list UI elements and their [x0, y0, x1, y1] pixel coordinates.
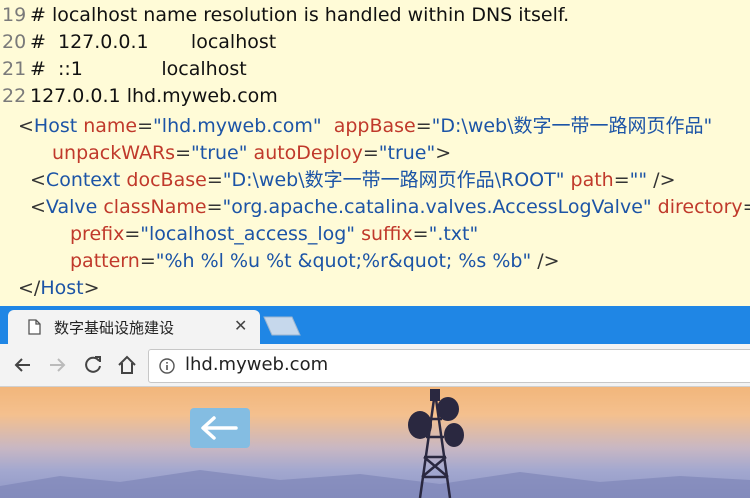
xml-value: "org.apache.catalina.valves.AccessLogVal… — [222, 196, 652, 218]
xml-host-close: </Host> — [18, 275, 100, 302]
xml-punct: = — [175, 142, 192, 164]
mountain-silhouette — [0, 470, 750, 498]
xml-punct: = — [743, 196, 750, 218]
xml-punct: > — [83, 277, 100, 299]
home-icon[interactable] — [116, 354, 138, 376]
line-text: # 127.0.0.1 localhost — [30, 31, 277, 53]
xml-attr: appBase — [333, 115, 416, 137]
xml-tag: Context — [45, 169, 121, 191]
xml-attr: directory — [657, 196, 743, 218]
xml-value: "D:\web\数字一带一路网页作品" — [431, 115, 713, 137]
arrow-left-icon — [201, 416, 238, 440]
xml-valve-pattern: pattern="%h %l %u %t &quot;%r&quot; %s %… — [70, 248, 560, 275]
line-number: 21 — [2, 58, 27, 80]
hosts-line-22: 22 127.0.0.1 lhd.myweb.com — [0, 83, 278, 110]
line-number: 22 — [2, 85, 27, 107]
xml-value: "true" — [378, 142, 436, 164]
xml-attr: unpackWARs — [52, 142, 176, 164]
hosts-line-20: 20 # 127.0.0.1 localhost — [0, 29, 276, 56]
xml-punct: </ — [18, 277, 41, 299]
xml-punct: = — [139, 250, 156, 272]
new-tab-button[interactable] — [262, 315, 302, 337]
xml-attr: autoDeploy — [253, 142, 363, 164]
info-icon[interactable] — [159, 358, 175, 378]
xml-attr: suffix — [361, 223, 413, 245]
hosts-file-panel: 19 # localhost name resolution is handled… — [0, 0, 750, 110]
radio-tower-image — [408, 389, 464, 498]
xml-punct: = — [206, 196, 223, 218]
xml-value: "localhost_access_log" — [140, 223, 356, 245]
arrow-right-icon[interactable] — [46, 354, 68, 376]
hosts-line-21: 21 # ::1 localhost — [0, 56, 247, 83]
xml-punct: < — [30, 196, 46, 218]
line-text: 127.0.0.1 lhd.myweb.com — [30, 85, 278, 107]
xml-attr: name — [83, 115, 138, 137]
xml-punct: /> — [653, 169, 676, 191]
xml-value: "true" — [191, 142, 248, 164]
reload-icon[interactable] — [82, 354, 104, 376]
page-icon — [28, 319, 41, 339]
browser-tab-strip: 数字基础设施建设 ✕ — [0, 306, 750, 344]
line-text: # ::1 localhost — [30, 58, 247, 80]
xml-attr: path — [570, 169, 614, 191]
xml-tag: Valve — [45, 196, 98, 218]
xml-host-open: <Host name="lhd.myweb.com" appBase="D:\w… — [18, 113, 712, 140]
xml-value: "lhd.myweb.com" — [153, 115, 322, 137]
address-url[interactable]: lhd.myweb.com — [185, 354, 328, 375]
xml-punct: = — [415, 115, 432, 137]
line-text: # localhost name resolution is handled w… — [30, 4, 570, 26]
close-tab-icon[interactable]: ✕ — [234, 316, 247, 335]
xml-attr: prefix — [70, 223, 125, 245]
xml-value: "" — [629, 169, 648, 191]
xml-value: ".txt" — [428, 223, 479, 245]
xml-punct: /> — [537, 250, 560, 272]
xml-valve: <Valve className="org.apache.catalina.va… — [30, 194, 750, 221]
xml-punct: = — [362, 142, 379, 164]
page-back-button[interactable] — [190, 408, 250, 448]
line-number: 19 — [2, 4, 27, 26]
xml-valve-prefix: prefix="localhost_access_log" suffix=".t… — [70, 221, 478, 248]
xml-punct: < — [18, 115, 34, 137]
xml-punct: = — [613, 169, 630, 191]
xml-context: <Context docBase="D:\web\数字一带一路网页作品\ROOT… — [30, 167, 676, 194]
xml-tag: Host — [40, 277, 84, 299]
browser-toolbar: lhd.myweb.com — [0, 344, 750, 387]
xml-punct: = — [206, 169, 223, 191]
xml-punct: > — [435, 142, 452, 164]
arrow-left-icon[interactable] — [12, 354, 34, 376]
xml-value: "D:\web\数字一带一路网页作品\ROOT" — [222, 169, 565, 191]
hosts-line-19: 19 # localhost name resolution is handled… — [0, 2, 569, 29]
xml-attr: docBase — [126, 169, 207, 191]
xml-punct: = — [412, 223, 429, 245]
xml-attr: pattern — [70, 250, 140, 272]
tab-title: 数字基础设施建设 — [54, 319, 175, 337]
line-number: 20 — [2, 31, 27, 53]
address-bar[interactable]: lhd.myweb.com — [148, 349, 750, 383]
xml-value: "%h %l %u %t &quot;%r&quot; %s %b" — [155, 250, 532, 272]
browser-tab[interactable]: 数字基础设施建设 ✕ — [8, 310, 260, 344]
xml-tag: Host — [33, 115, 78, 137]
xml-punct: = — [137, 115, 154, 137]
xml-punct: < — [30, 169, 46, 191]
xml-punct: = — [124, 223, 141, 245]
xml-attr: className — [103, 196, 207, 218]
server-xml-panel: <Host name="lhd.myweb.com" appBase="D:\w… — [0, 110, 750, 306]
page-content — [0, 387, 750, 498]
xml-host-cont: unpackWARs="true" autoDeploy="true"> — [52, 140, 451, 167]
